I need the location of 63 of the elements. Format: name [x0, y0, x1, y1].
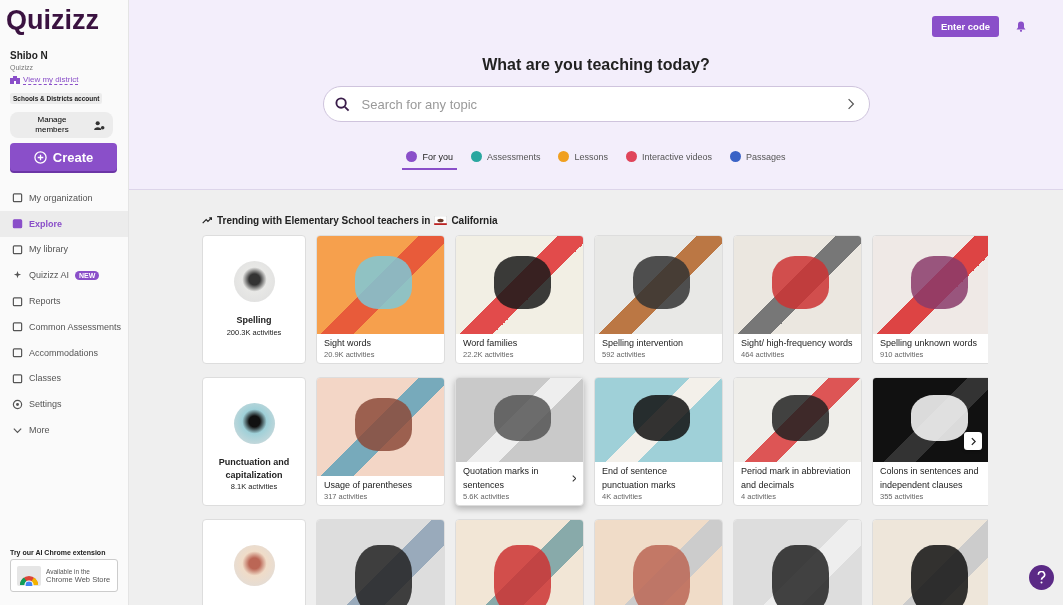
- chevron-right-icon: [571, 474, 576, 483]
- nav-item[interactable]: My library: [0, 236, 128, 263]
- category-tab[interactable]: Lessons: [554, 148, 612, 170]
- topic-title: Spelling intervention: [602, 336, 684, 350]
- topic-title: End of sentence punctuation marks: [602, 465, 677, 492]
- section-title: Trending with Elementary School teachers in: [217, 215, 431, 226]
- nav-item[interactable]: My organization: [0, 185, 128, 211]
- photo-placeholder: [233, 261, 275, 302]
- chevron-right-icon[interactable]: [846, 98, 855, 110]
- square-icon: [12, 295, 23, 307]
- square-icon: [12, 321, 23, 333]
- topic-title: Quotation marks in sentences: [463, 465, 540, 492]
- square-icon: [12, 244, 23, 255]
- square-icon: [12, 218, 23, 230]
- settings-icon: [12, 398, 23, 410]
- topic-title: Spelling unknown words: [880, 336, 978, 350]
- category-title: Punctuation and capitalization: [217, 456, 291, 482]
- nav-item[interactable]: Reports: [0, 288, 128, 314]
- building-icon: [10, 76, 20, 84]
- topic-title: Sight/ high-frequency words: [741, 336, 853, 350]
- category-title: Spelling: [236, 314, 272, 327]
- sparkle-icon: [12, 269, 23, 281]
- page-heading: What are you teaching today?: [482, 56, 710, 74]
- category-tab[interactable]: Passages: [726, 148, 790, 170]
- square-icon: [12, 372, 23, 384]
- search-field[interactable]: Search for any topic: [322, 86, 870, 122]
- help-button[interactable]: [1029, 565, 1054, 590]
- category-tab[interactable]: Interactive videos: [622, 148, 717, 170]
- bell-icon[interactable]: [1016, 21, 1026, 32]
- category-tab[interactable]: For you: [402, 148, 457, 170]
- scroll-right-button[interactable]: [964, 432, 982, 450]
- plus-circle-icon: [33, 150, 47, 164]
- enter-code-button[interactable]: Enter code: [931, 16, 999, 37]
- chrome-logo-icon: [17, 565, 41, 586]
- topic-title: Period mark in abbreviation and decimals: [741, 465, 852, 492]
- trending-icon: [202, 217, 213, 224]
- category-tab[interactable]: Assessments: [466, 148, 545, 170]
- search-input[interactable]: Search for any topic: [359, 95, 837, 113]
- topic-title: Word families: [463, 336, 518, 350]
- nav-item[interactable]: Accommodations: [0, 339, 128, 366]
- chevron-right-icon: [970, 436, 976, 446]
- search-icon: [334, 96, 350, 112]
- topic-title: Usage of parentheses: [324, 478, 413, 492]
- manage-members-button[interactable]: Manage members: [10, 112, 113, 138]
- section-place: California: [451, 215, 498, 226]
- question-mark-icon: [1037, 571, 1046, 584]
- square-icon: [12, 347, 23, 359]
- nav-item[interactable]: Common Assessments: [0, 314, 128, 340]
- nav-item[interactable]: Explore: [0, 210, 128, 237]
- create-button[interactable]: Create: [10, 143, 117, 171]
- user-name: Shibo N: [10, 50, 49, 61]
- square-icon: [12, 192, 23, 204]
- photo-placeholder: [233, 545, 275, 586]
- view-district-link[interactable]: View my district: [23, 75, 79, 85]
- topic-title: Sight words: [324, 336, 372, 350]
- topic-title: Colons in sentences and independent clauses: [880, 465, 980, 492]
- nav-item[interactable]: More: [0, 417, 128, 443]
- quizizz-logo[interactable]: Quizizz: [0, 4, 128, 36]
- photo-placeholder: [233, 403, 275, 444]
- person-icon: [94, 120, 105, 130]
- nav-item[interactable]: Settings: [0, 391, 128, 418]
- flag-icon: [434, 216, 448, 225]
- nav-item[interactable]: Classes: [0, 365, 128, 392]
